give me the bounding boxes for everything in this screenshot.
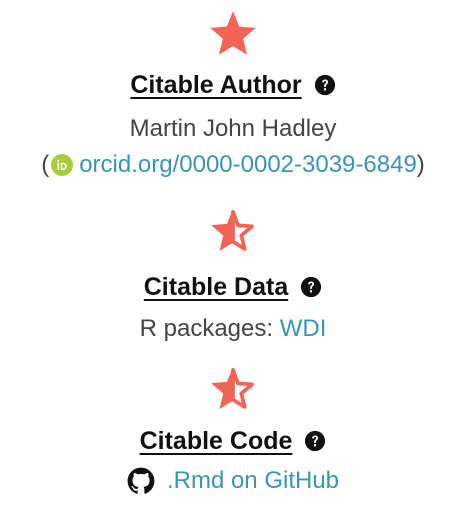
star-full-icon — [210, 11, 256, 55]
help-icon[interactable] — [300, 276, 322, 298]
orcid-close-paren: ) — [416, 151, 425, 178]
data-section: Citable Data R packages: WDI — [0, 206, 466, 344]
code-link-row: .Rmd on GitHub — [0, 466, 466, 496]
code-heading-row: Citable Code — [0, 426, 466, 456]
orcid-icon — [51, 154, 74, 176]
data-packages-prefix: R packages: — [139, 315, 274, 342]
data-packages-line: R packages: WDI — [0, 314, 466, 344]
wdi-package-link[interactable]: WDI — [280, 315, 327, 342]
orcid-link[interactable]: orcid.org/0000-0002-3039-6849 — [79, 150, 417, 180]
star-half-icon — [211, 367, 254, 410]
author-section: Citable Author Martin John Hadley ( orci… — [0, 8, 466, 180]
code-section: Citable Code .Rmd on GitHub — [0, 364, 466, 496]
code-heading: Citable Code — [139, 427, 293, 455]
data-heading: Citable Data — [143, 273, 289, 301]
star-half-icon — [211, 209, 254, 252]
orcid-open-paren: ( — [41, 151, 50, 178]
author-heading-row: Citable Author — [0, 70, 466, 100]
orcid-row: ( orcid.org/0000-0002-3039-6849 ) — [0, 150, 466, 180]
help-icon[interactable] — [304, 430, 326, 452]
github-rmd-link[interactable]: .Rmd on GitHub — [167, 466, 339, 496]
help-icon[interactable] — [314, 74, 336, 96]
author-heading: Citable Author — [130, 71, 302, 99]
author-name: Martin John Hadley — [129, 115, 337, 142]
github-icon[interactable] — [127, 467, 155, 495]
data-heading-row: Citable Data — [0, 272, 466, 302]
